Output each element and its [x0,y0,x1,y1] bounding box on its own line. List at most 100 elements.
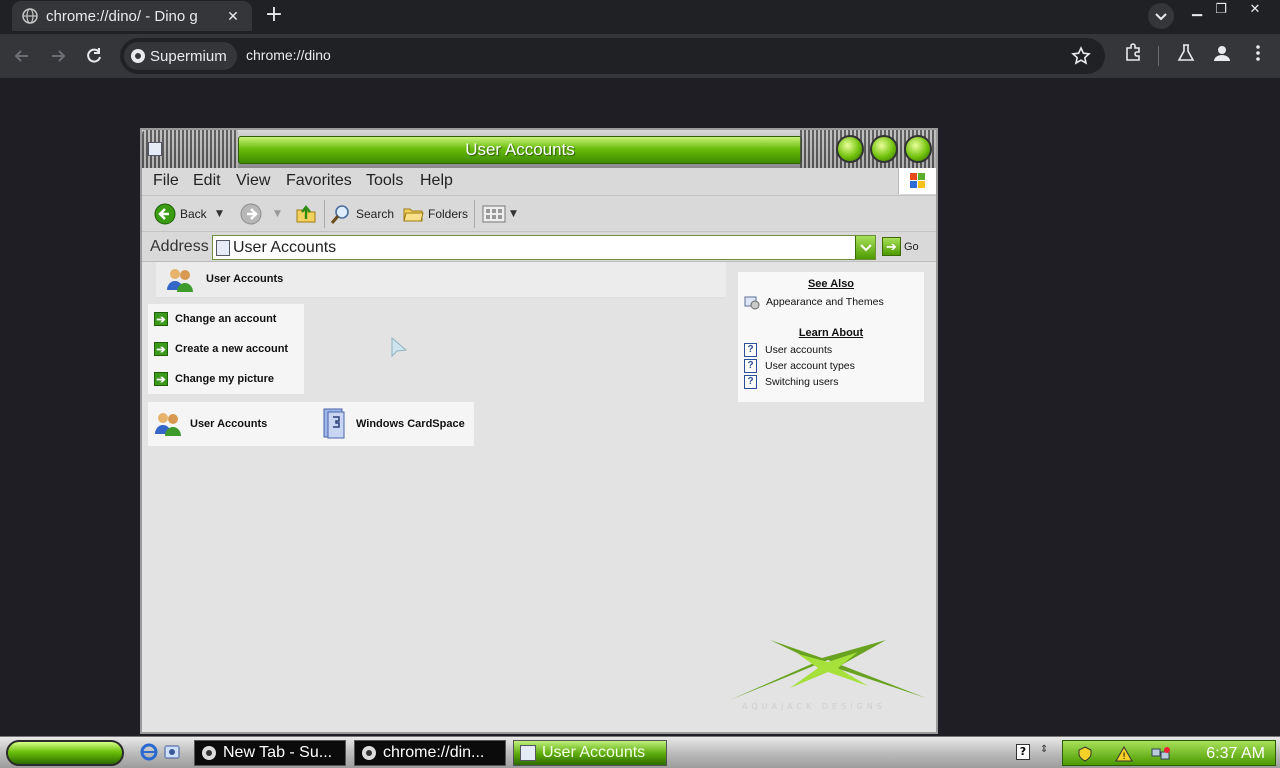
chrome-logo-icon [131,49,145,63]
link-appearance-themes[interactable]: Appearance and Themes [744,294,884,310]
back-dropdown-icon[interactable]: ▼ [216,209,223,219]
menu-view[interactable]: View [236,172,270,190]
task-label: Change an account [175,313,277,325]
tab-search-button[interactable] [1148,3,1174,29]
back-button[interactable]: Back [154,202,207,226]
new-tab-button[interactable]: + [262,4,286,28]
green-back-arrow-icon [154,203,176,225]
url-text[interactable]: chrome://dino [246,47,331,63]
forward-arrow-icon[interactable] [240,203,262,225]
learn-about-heading: Learn About [798,327,864,339]
network-warning-icon[interactable]: ! [1115,746,1133,762]
taskbar-clock[interactable]: 6:37 AM [1206,745,1265,763]
cpl-user-accounts[interactable]: User Accounts [152,402,267,446]
close-window-icon[interactable]: ✕ [1242,2,1268,20]
task-create-account[interactable]: ➔ Create a new account [154,341,288,357]
svg-text:!: ! [1122,752,1126,762]
appearance-themes-icon [744,296,760,310]
forward-arrow-icon[interactable] [44,42,72,70]
start-button[interactable] [6,740,124,766]
go-button[interactable]: ➔ Go [882,237,919,256]
link-switching-users[interactable]: ? Switching users [744,375,839,389]
task-change-account[interactable]: ➔ Change an account [154,311,276,327]
window-titlebar[interactable]: User Accounts [142,130,936,168]
help-question-icon: ? [744,343,757,357]
browser-toolbar: Supermium chrome://dino [0,34,1280,78]
task-label: Create a new account [175,343,289,355]
taskbar-button-new-tab[interactable]: New Tab - Su... [194,740,346,766]
back-label: Back [180,207,207,221]
menu-dots-icon[interactable] [1247,42,1269,64]
browser-tab[interactable]: chrome://dino/ - Dino g ✕ [12,1,252,31]
address-bar: Address User Accounts ➔ Go [142,232,936,262]
minimize-icon[interactable]: ▁ [1184,2,1210,20]
menu-favorites[interactable]: Favorites [286,172,352,190]
site-info-chip[interactable]: Supermium [124,42,237,70]
link-user-accounts[interactable]: ? User accounts [744,343,832,357]
task-change-picture[interactable]: ➔ Change my picture [154,371,274,387]
omnibox[interactable]: Supermium chrome://dino [120,38,1105,74]
folders-button[interactable]: Folders [402,202,468,226]
user-accounts-icon [167,269,193,292]
forward-dropdown-icon[interactable]: ▼ [274,209,281,219]
menu-help[interactable]: Help [420,172,453,190]
control-panel-icons-box: User Accounts Windows CardSpace [148,402,474,446]
maximize-orb-button[interactable] [870,135,898,163]
folders-icon [403,208,424,222]
views-icon[interactable] [482,204,506,224]
address-dropdown-button[interactable] [855,236,875,259]
up-folder-icon[interactable] [294,202,318,226]
taskbar-button-user-accounts[interactable]: User Accounts [513,740,667,766]
control-panel-page-icon [520,745,536,761]
address-value: User Accounts [233,239,337,256]
side-links-panel: See Also Appearance and Themes Learn Abo… [738,272,924,402]
pick-a-task-box: ➔ Change an account ➔ Create a new accou… [148,304,304,394]
cardspace-icon [323,408,345,439]
taskbar-button-label: chrome://din... [383,744,485,761]
window-system-icon[interactable] [148,142,162,156]
help-question-icon: ? [744,359,757,373]
back-arrow-icon[interactable] [8,42,36,70]
chevron-down-icon [1155,13,1167,21]
window-title: User Accounts [238,136,802,164]
folders-label: Folders [428,207,469,221]
internet-explorer-icon[interactable] [140,743,158,761]
profile-icon[interactable] [1211,42,1233,64]
category-header-title: User Accounts [206,273,284,285]
reload-icon[interactable] [80,42,108,70]
menu-edit[interactable]: Edit [193,172,221,190]
toolbar-separator [324,200,325,228]
standard-buttons-toolbar: Back ▼ ▼ Search Folders ▼ [142,196,936,232]
menu-file[interactable]: File [153,172,179,190]
go-label: Go [904,240,919,253]
cpl-label: Windows CardSpace [356,418,465,430]
restore-icon[interactable]: ❐ [1208,2,1234,20]
chrome-logo-icon [202,746,216,760]
close-orb-button[interactable] [904,135,932,163]
extensions-icon[interactable] [1122,42,1144,64]
help-question-icon[interactable]: ? [1016,744,1030,760]
browser-tabstrip: chrome://dino/ - Dino g ✕ + ▁ ❐ ✕ [0,0,1280,34]
help-question-icon: ? [744,375,757,389]
minimize-orb-button[interactable] [836,135,864,163]
globe-icon [22,8,38,24]
tray-arrow-icon[interactable]: ⇕ [1040,744,1048,755]
search-button[interactable]: Search [330,202,394,226]
security-shield-icon[interactable] [1077,746,1093,762]
link-label: User accounts [765,344,833,356]
taskbar-button-dino[interactable]: chrome://din... [354,740,506,766]
taskbar: New Tab - Su... chrome://din... User Acc… [0,736,1280,768]
link-user-account-types[interactable]: ? User account types [744,359,855,373]
menu-tools[interactable]: Tools [366,172,403,190]
task-label: Change my picture [175,373,275,385]
views-dropdown-icon[interactable]: ▼ [510,209,517,219]
windows-flag-logo [898,168,936,194]
show-desktop-icon[interactable] [163,743,181,761]
labs-flask-icon[interactable] [1175,42,1197,64]
cpl-label: User Accounts [190,418,268,430]
cpl-windows-cardspace[interactable]: Windows CardSpace [320,402,465,446]
close-tab-icon[interactable]: ✕ [224,7,242,25]
address-input[interactable]: User Accounts [212,235,876,260]
bookmark-star-icon[interactable] [1071,46,1091,66]
network-connections-icon[interactable] [1151,746,1171,762]
